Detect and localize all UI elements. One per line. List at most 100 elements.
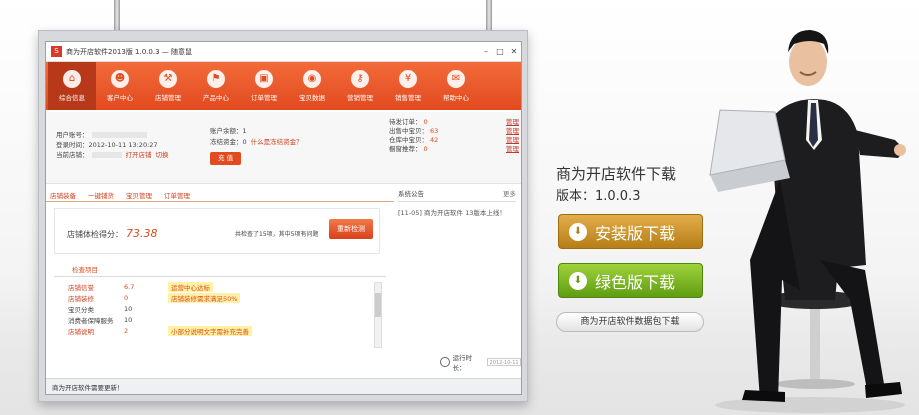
nav-sales[interactable]: ¥ 销售管理 [384,62,432,110]
check-name[interactable]: 店铺信誉 [54,282,124,292]
check-name: 宝贝分类 [68,305,94,314]
minimize-icon[interactable]: – [479,47,493,56]
nav-label: 宝贝数据 [299,94,325,102]
portable-button-label: 绿色版下载 [595,272,676,292]
score-label: 店铺体检得分： [67,230,123,239]
businessman-with-laptop-image [709,30,906,413]
nav-label: 产品中心 [203,94,229,102]
shop-label: 当前店铺： [56,151,89,159]
check-count: 2 [124,326,129,335]
runtime-value: 2012-10-11 [486,358,521,366]
nav-overview[interactable]: ⌂ 综合信息 [48,62,96,110]
check-name[interactable]: 店铺说明 [54,326,124,336]
frozen-help-link[interactable]: 什么是冻结资金？ [251,138,303,146]
function-tabs: 店铺装备 一键铺货 宝贝管理 订单管理 [46,188,394,202]
nav-marketing[interactable]: ⚷ 营销管理 [336,62,384,110]
hammer-icon: ⚒ [159,70,177,88]
stat-row: 待发订单： 0 管理 [389,118,519,127]
check-heading: 检查项目 [54,264,386,277]
promo-title: 商为开店软件下载 [556,165,677,183]
order-icon: ▣ [255,70,273,88]
hanging-rod-right [486,0,492,32]
app-title: 商为开店软件2013版 1.0.0.3 — 随意鼠 [66,47,192,56]
tab-order-manage[interactable]: 订单管理 [164,190,190,200]
eye-icon: ◉ [303,70,321,88]
nav-products[interactable]: ⚑ 产品中心 [192,62,240,110]
check-row: 宝贝分类 10 [54,303,386,314]
charge-button[interactable]: 充 值 [210,152,242,165]
notice-more-link[interactable]: 更多 [503,188,516,198]
close-icon[interactable]: ✕ [507,47,521,56]
nav-label: 店铺管理 [155,94,181,102]
frozen-label: 冻结资金： [210,138,243,146]
shop-value-redacted [91,152,122,158]
runtime-indicator: 运行时长： 2012-10-11 [440,352,521,372]
balance-label: 账户余额： [210,127,243,135]
tab-shop-equip[interactable]: 店铺装备 [50,190,76,200]
notice-header: 系统公告 更多 [398,188,516,202]
notice-heading: 系统公告 [398,190,424,198]
nav-orders[interactable]: ▣ 订单管理 [240,62,288,110]
stats-panel: 待发订单： 0 管理 出售中宝贝： 63 管理 仓库中宝贝： 42 管理 橱窗推荐： 0 管理 [389,118,519,154]
check-row: 店铺装修 0 店铺装修需求满足50% [54,292,386,303]
stat-label: 橱窗推荐： [389,145,422,153]
switch-link[interactable]: 切换 [156,151,169,159]
stat-label: 仓库中宝贝： [389,136,428,144]
install-download-button[interactable]: ⬇ 安装版下载 [558,214,703,249]
clock-icon [440,357,450,367]
stat-value: 0 [423,118,428,126]
check-row: 店铺信誉 6.7 运营中心达标 [54,281,386,292]
check-tip: 运营中心达标 [168,281,213,292]
stat-manage-link[interactable]: 管理 [506,127,519,136]
recheck-button[interactable]: 重新检测 [329,219,373,239]
check-row: 消费者保障服务 10 [54,314,386,325]
nav-item-data[interactable]: ◉ 宝贝数据 [288,62,336,110]
users-icon: ☻ [111,70,129,88]
tab-item-manage[interactable]: 宝贝管理 [126,190,152,200]
account-details: 用户账号： 登录时间：2012-10-11 13:20:27 当前店铺： 打开店铺… [56,130,169,160]
score-line: 店铺体检得分： 73.38 [67,227,158,240]
hanging-rod-left [114,0,120,32]
nav-shop[interactable]: ⚒ 店铺管理 [144,62,192,110]
login-time: 2012-10-11 13:20:27 [88,141,158,149]
health-score-card: 店铺体检得分： 73.38 共检查了15项，其中5项有问题 重新检测 [54,208,380,254]
runtime-label: 运行时长： [452,354,473,372]
check-scrollbar[interactable] [374,282,382,348]
user-label: 用户账号： [56,131,89,139]
tab-one-click[interactable]: 一键铺货 [88,190,114,200]
check-name[interactable]: 店铺装修 [54,293,124,303]
window-controls: – □ ✕ [479,47,521,56]
nav-label: 综合信息 [59,94,85,102]
nav-label: 客户中心 [107,94,133,102]
balance-details: 账户余额：1 冻结资金：0 什么是冻结资金？ 充 值 [210,126,303,165]
balance-value: 1 [242,127,247,135]
notice-item[interactable]: [11-05] 商为开店软件 13版本上线！ [398,207,516,217]
maximize-icon[interactable]: □ [493,47,507,56]
stat-row: 出售中宝贝： 63 管理 [389,127,519,136]
score-value: 73.38 [126,227,158,240]
score-summary: 共检查了15项，其中5项有问题 [235,231,319,238]
nav-label: 帮助中心 [443,94,469,102]
nav-label: 营销管理 [347,94,373,102]
check-tip: 店铺装修需求满足50% [168,292,241,303]
app-logo-icon: S [51,46,62,57]
download-icon: ⬇ [569,222,587,241]
nav-help[interactable]: ✉ 帮助中心 [432,62,480,110]
stat-row: 橱窗推荐： 0 管理 [389,145,519,154]
scrollbar-thumb[interactable] [375,293,381,317]
frozen-value: 0 [242,138,247,146]
status-bar: 商为开店软件需要更新！ [46,378,521,394]
stat-label: 待发订单： [389,118,422,126]
stat-manage-link[interactable]: 管理 [506,118,519,127]
data-package-download-button[interactable]: 商为开店软件数据包下载 [556,312,704,332]
open-store-link[interactable]: 打开店铺 [126,151,152,159]
stat-row: 仓库中宝贝： 42 管理 [389,136,519,145]
check-tip: 小部分说明文字需补充完善 [168,325,252,336]
stat-manage-link[interactable]: 管理 [506,145,519,154]
nav-customers[interactable]: ☻ 客户中心 [96,62,144,110]
cart-icon: ⚑ [207,70,225,88]
portable-download-button[interactable]: ⬇ 绿色版下载 [558,263,703,298]
stat-manage-link[interactable]: 管理 [506,136,519,145]
check-count: 10 [124,304,133,313]
app-window: S 商为开店软件2013版 1.0.0.3 — 随意鼠 – □ ✕ ⌂ 综合信息 … [45,41,522,395]
